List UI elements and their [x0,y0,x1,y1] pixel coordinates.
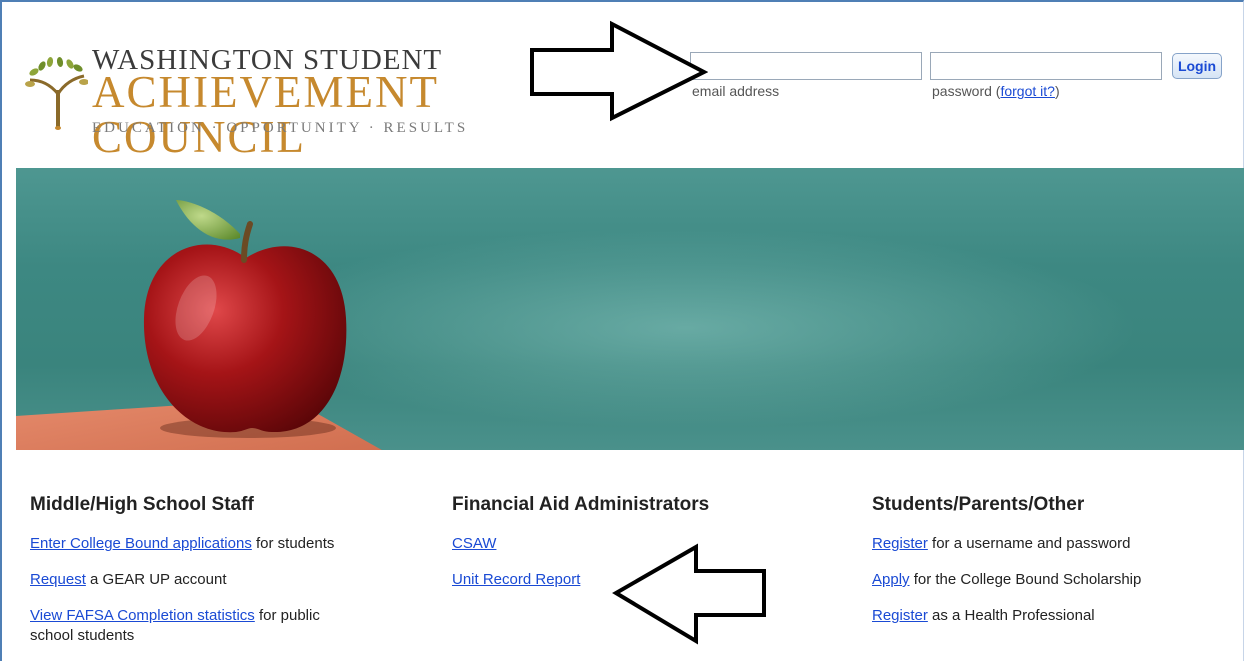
column-heading: Financial Aid Administrators [452,494,710,515]
request-gear-up-link[interactable]: Request [30,571,86,588]
list-item: Apply for the College Bound Scholarship [872,570,1246,590]
list-item: CSAW [452,534,832,554]
column-heading: Middle/High School Staff [30,494,254,515]
list-item-text: for the College Bound Scholarship [909,571,1142,588]
login-form: Login email address password (forgot it?… [690,52,1230,102]
email-input[interactable] [690,52,922,80]
list-item-text: for a username and password [927,535,1131,552]
list-item: Register as a Health Professional [872,606,1246,626]
list-item-text: for students [251,535,335,552]
password-label-prefix: password ( [932,83,1001,99]
site-logo[interactable]: WASHINGTON STUDENT ACHIEVEMENT COUNCIL E… [24,42,494,160]
view-fafsa-link[interactable]: View FAFSA Completion statistics [30,607,255,624]
list-item: View FAFSA Completion statistics for pub… [30,606,350,646]
password-input[interactable] [930,52,1162,80]
list-item-text: a GEAR UP account [85,571,227,588]
chalkboard-highlight [236,228,1136,428]
list-item: Request a GEAR UP account [30,570,410,590]
password-label-suffix: ) [1054,83,1060,99]
register-health-professional-link[interactable]: Register [872,607,928,624]
login-button[interactable]: Login [1172,53,1222,79]
apple-illustration [143,200,347,438]
hero-banner [16,168,1244,450]
column-students-parents: Students/Parents/Other Register for a us… [872,494,1246,642]
column-financial-aid: Financial Aid Administrators CSAW Unit R… [452,494,832,606]
list-item: Unit Record Report [452,570,832,590]
list-item: Register for a username and password [872,534,1246,554]
sprouting-plant-icon [25,57,88,130]
logo-line-2: ACHIEVEMENT COUNCIL [92,67,439,162]
apply-scholarship-link[interactable]: Apply [872,571,910,588]
enter-college-bound-link[interactable]: Enter College Bound applications [30,535,252,552]
password-label: password (forgot it?) [932,83,1060,99]
column-school-staff: Middle/High School Staff Enter College B… [30,494,410,662]
list-item-text: as a Health Professional [927,607,1095,624]
register-account-link[interactable]: Register [872,535,928,552]
forgot-password-link[interactable]: forgot it? [1000,83,1054,99]
column-heading: Students/Parents/Other [872,494,1085,515]
logo-tagline: EDUCATION · OPPORTUNITY · RESULTS [92,120,469,136]
list-item: Enter College Bound applications for stu… [30,534,410,554]
csaw-link[interactable]: CSAW [452,535,496,552]
unit-record-report-link[interactable]: Unit Record Report [452,571,580,588]
arrow-right-outline-icon [530,20,708,122]
